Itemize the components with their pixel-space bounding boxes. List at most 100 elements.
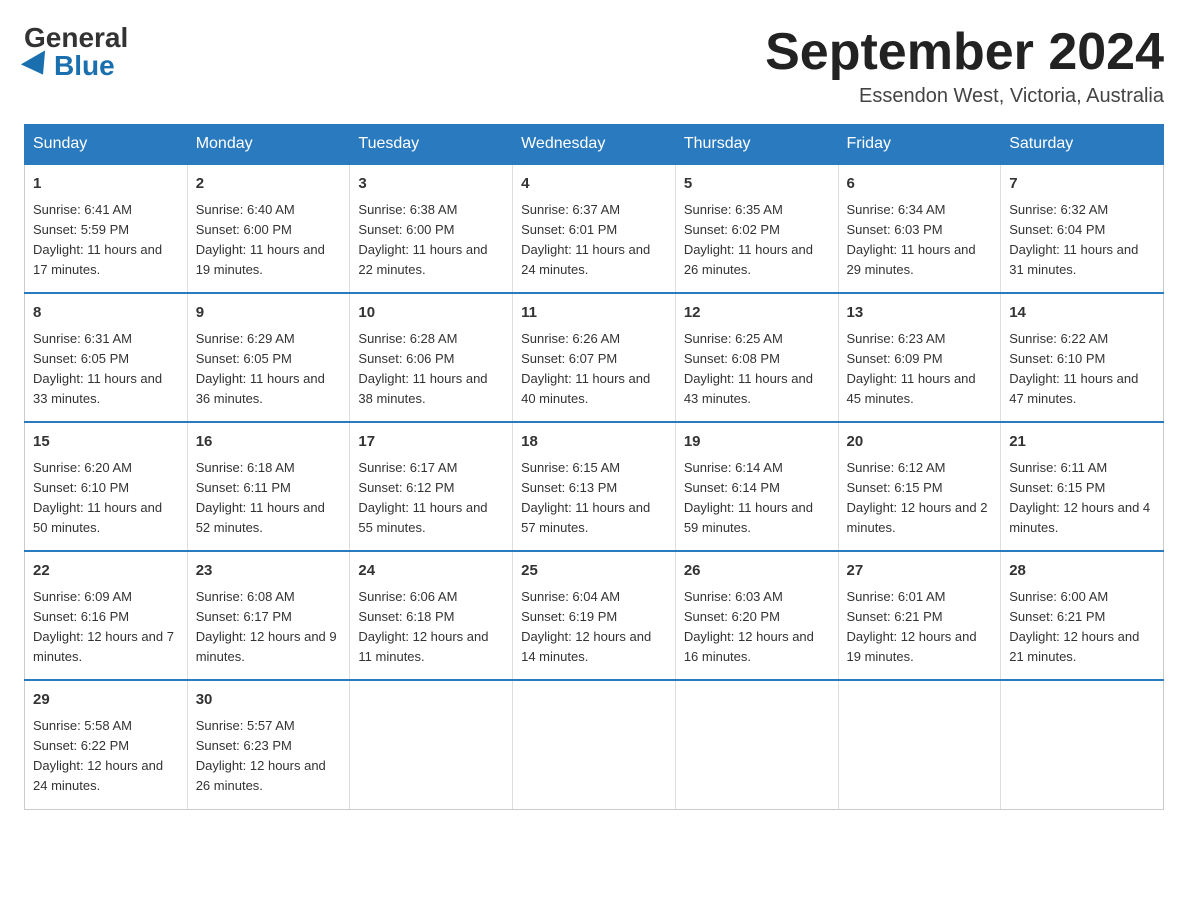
day-number: 15 [33, 431, 179, 454]
day-info: Sunrise: 6:17 AMSunset: 6:12 PMDaylight:… [358, 460, 487, 535]
day-info: Sunrise: 6:32 AMSunset: 6:04 PMDaylight:… [1009, 202, 1138, 277]
header-row: SundayMondayTuesdayWednesdayThursdayFrid… [25, 125, 1164, 165]
day-number: 16 [196, 431, 342, 454]
day-info: Sunrise: 5:58 AMSunset: 6:22 PMDaylight:… [33, 718, 163, 793]
calendar-body: 1 Sunrise: 6:41 AMSunset: 5:59 PMDayligh… [25, 164, 1164, 809]
calendar-cell [513, 680, 676, 809]
calendar-cell: 13 Sunrise: 6:23 AMSunset: 6:09 PMDaylig… [838, 293, 1001, 422]
calendar-cell: 15 Sunrise: 6:20 AMSunset: 6:10 PMDaylig… [25, 422, 188, 551]
day-number: 10 [358, 302, 504, 325]
week-row-2: 8 Sunrise: 6:31 AMSunset: 6:05 PMDayligh… [25, 293, 1164, 422]
day-number: 5 [684, 173, 830, 196]
day-number: 21 [1009, 431, 1155, 454]
week-row-5: 29 Sunrise: 5:58 AMSunset: 6:22 PMDaylig… [25, 680, 1164, 809]
calendar-header: SundayMondayTuesdayWednesdayThursdayFrid… [25, 125, 1164, 165]
day-info: Sunrise: 6:35 AMSunset: 6:02 PMDaylight:… [684, 202, 813, 277]
calendar-cell: 14 Sunrise: 6:22 AMSunset: 6:10 PMDaylig… [1001, 293, 1164, 422]
title-block: September 2024 Essendon West, Victoria, … [765, 24, 1164, 108]
day-info: Sunrise: 6:06 AMSunset: 6:18 PMDaylight:… [358, 589, 488, 664]
day-info: Sunrise: 6:38 AMSunset: 6:00 PMDaylight:… [358, 202, 487, 277]
day-number: 12 [684, 302, 830, 325]
day-number: 6 [847, 173, 993, 196]
location-subtitle: Essendon West, Victoria, Australia [765, 85, 1164, 108]
page-header: General Blue September 2024 Essendon Wes… [24, 24, 1164, 108]
calendar-cell: 6 Sunrise: 6:34 AMSunset: 6:03 PMDayligh… [838, 164, 1001, 293]
day-info: Sunrise: 6:12 AMSunset: 6:15 PMDaylight:… [847, 460, 988, 535]
calendar-cell: 11 Sunrise: 6:26 AMSunset: 6:07 PMDaylig… [513, 293, 676, 422]
calendar-cell [1001, 680, 1164, 809]
day-number: 11 [521, 302, 667, 325]
calendar-cell: 5 Sunrise: 6:35 AMSunset: 6:02 PMDayligh… [675, 164, 838, 293]
calendar-cell: 7 Sunrise: 6:32 AMSunset: 6:04 PMDayligh… [1001, 164, 1164, 293]
day-number: 3 [358, 173, 504, 196]
week-row-1: 1 Sunrise: 6:41 AMSunset: 5:59 PMDayligh… [25, 164, 1164, 293]
calendar-cell: 1 Sunrise: 6:41 AMSunset: 5:59 PMDayligh… [25, 164, 188, 293]
calendar-cell: 10 Sunrise: 6:28 AMSunset: 6:06 PMDaylig… [350, 293, 513, 422]
day-number: 17 [358, 431, 504, 454]
day-number: 4 [521, 173, 667, 196]
day-number: 24 [358, 560, 504, 583]
day-info: Sunrise: 6:00 AMSunset: 6:21 PMDaylight:… [1009, 589, 1139, 664]
calendar-cell: 24 Sunrise: 6:06 AMSunset: 6:18 PMDaylig… [350, 551, 513, 680]
day-header-monday: Monday [187, 125, 350, 165]
day-info: Sunrise: 6:34 AMSunset: 6:03 PMDaylight:… [847, 202, 976, 277]
day-number: 28 [1009, 560, 1155, 583]
day-info: Sunrise: 6:20 AMSunset: 6:10 PMDaylight:… [33, 460, 162, 535]
day-number: 23 [196, 560, 342, 583]
day-header-thursday: Thursday [675, 125, 838, 165]
day-info: Sunrise: 6:41 AMSunset: 5:59 PMDaylight:… [33, 202, 162, 277]
day-number: 29 [33, 689, 179, 712]
day-info: Sunrise: 6:09 AMSunset: 6:16 PMDaylight:… [33, 589, 174, 664]
day-info: Sunrise: 6:26 AMSunset: 6:07 PMDaylight:… [521, 331, 650, 406]
calendar-cell: 19 Sunrise: 6:14 AMSunset: 6:14 PMDaylig… [675, 422, 838, 551]
day-info: Sunrise: 6:23 AMSunset: 6:09 PMDaylight:… [847, 331, 976, 406]
day-info: Sunrise: 5:57 AMSunset: 6:23 PMDaylight:… [196, 718, 326, 793]
calendar-cell: 17 Sunrise: 6:17 AMSunset: 6:12 PMDaylig… [350, 422, 513, 551]
calendar-cell: 3 Sunrise: 6:38 AMSunset: 6:00 PMDayligh… [350, 164, 513, 293]
day-info: Sunrise: 6:22 AMSunset: 6:10 PMDaylight:… [1009, 331, 1138, 406]
day-number: 25 [521, 560, 667, 583]
day-number: 20 [847, 431, 993, 454]
day-header-sunday: Sunday [25, 125, 188, 165]
day-number: 14 [1009, 302, 1155, 325]
day-number: 8 [33, 302, 179, 325]
calendar-cell: 12 Sunrise: 6:25 AMSunset: 6:08 PMDaylig… [675, 293, 838, 422]
calendar-cell: 22 Sunrise: 6:09 AMSunset: 6:16 PMDaylig… [25, 551, 188, 680]
week-row-4: 22 Sunrise: 6:09 AMSunset: 6:16 PMDaylig… [25, 551, 1164, 680]
calendar-cell: 21 Sunrise: 6:11 AMSunset: 6:15 PMDaylig… [1001, 422, 1164, 551]
day-number: 2 [196, 173, 342, 196]
day-header-tuesday: Tuesday [350, 125, 513, 165]
calendar-cell: 16 Sunrise: 6:18 AMSunset: 6:11 PMDaylig… [187, 422, 350, 551]
day-info: Sunrise: 6:01 AMSunset: 6:21 PMDaylight:… [847, 589, 977, 664]
day-number: 22 [33, 560, 179, 583]
calendar-table: SundayMondayTuesdayWednesdayThursdayFrid… [24, 124, 1164, 809]
day-number: 1 [33, 173, 179, 196]
day-number: 18 [521, 431, 667, 454]
calendar-cell: 29 Sunrise: 5:58 AMSunset: 6:22 PMDaylig… [25, 680, 188, 809]
calendar-cell: 4 Sunrise: 6:37 AMSunset: 6:01 PMDayligh… [513, 164, 676, 293]
day-number: 7 [1009, 173, 1155, 196]
day-info: Sunrise: 6:04 AMSunset: 6:19 PMDaylight:… [521, 589, 651, 664]
calendar-cell: 8 Sunrise: 6:31 AMSunset: 6:05 PMDayligh… [25, 293, 188, 422]
day-info: Sunrise: 6:15 AMSunset: 6:13 PMDaylight:… [521, 460, 650, 535]
day-number: 19 [684, 431, 830, 454]
day-info: Sunrise: 6:25 AMSunset: 6:08 PMDaylight:… [684, 331, 813, 406]
day-info: Sunrise: 6:11 AMSunset: 6:15 PMDaylight:… [1009, 460, 1150, 535]
month-title: September 2024 [765, 24, 1164, 81]
day-number: 27 [847, 560, 993, 583]
logo-blue-text: Blue [24, 52, 115, 80]
day-info: Sunrise: 6:08 AMSunset: 6:17 PMDaylight:… [196, 589, 337, 664]
day-info: Sunrise: 6:14 AMSunset: 6:14 PMDaylight:… [684, 460, 813, 535]
calendar-cell: 27 Sunrise: 6:01 AMSunset: 6:21 PMDaylig… [838, 551, 1001, 680]
day-info: Sunrise: 6:29 AMSunset: 6:05 PMDaylight:… [196, 331, 325, 406]
calendar-cell: 30 Sunrise: 5:57 AMSunset: 6:23 PMDaylig… [187, 680, 350, 809]
day-info: Sunrise: 6:03 AMSunset: 6:20 PMDaylight:… [684, 589, 814, 664]
calendar-cell: 26 Sunrise: 6:03 AMSunset: 6:20 PMDaylig… [675, 551, 838, 680]
calendar-cell [675, 680, 838, 809]
calendar-cell [350, 680, 513, 809]
day-info: Sunrise: 6:28 AMSunset: 6:06 PMDaylight:… [358, 331, 487, 406]
logo: General Blue [24, 24, 128, 80]
day-header-wednesday: Wednesday [513, 125, 676, 165]
calendar-cell: 25 Sunrise: 6:04 AMSunset: 6:19 PMDaylig… [513, 551, 676, 680]
logo-triangle-icon [21, 50, 55, 81]
